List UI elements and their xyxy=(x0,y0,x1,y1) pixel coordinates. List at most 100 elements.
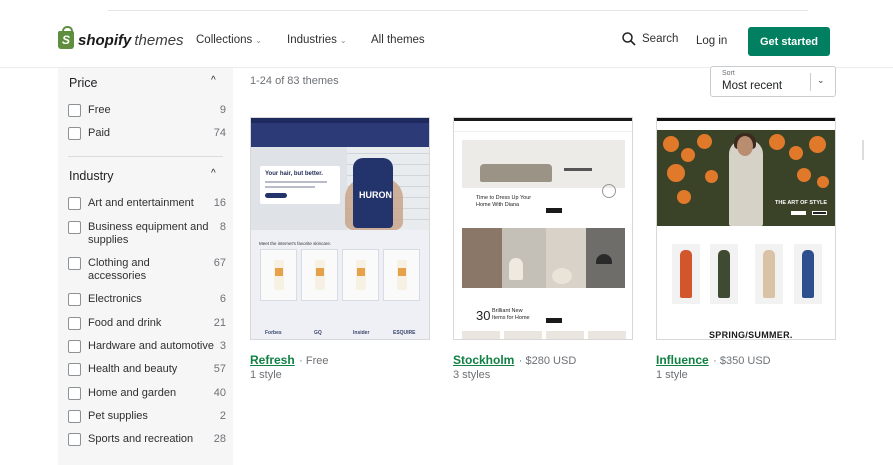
filter-price-free[interactable]: Free 9 xyxy=(68,104,226,117)
nav-industries[interactable]: Industries ⌄ xyxy=(287,34,347,46)
shopify-themes-logo[interactable]: shopify themes xyxy=(58,26,184,49)
chevron-down-icon: ⌄ xyxy=(255,36,262,45)
preview-lamp xyxy=(602,184,616,198)
checkbox[interactable] xyxy=(68,317,81,330)
price-heading: Price xyxy=(69,76,98,90)
filter-industry-home[interactable]: Home and garden 40 xyxy=(68,387,226,400)
theme-card-refresh[interactable]: HURON Your hair, but better. Meet the in… xyxy=(250,117,430,340)
get-started-button[interactable]: Get started xyxy=(748,27,830,56)
industry-heading: Industry xyxy=(69,169,114,183)
checkbox[interactable] xyxy=(68,387,81,400)
theme-link-influence[interactable]: Influence xyxy=(656,353,709,367)
preview-bowl xyxy=(552,268,572,284)
collapse-caret-icon[interactable]: ^ xyxy=(211,75,216,86)
theme-styles: 3 styles xyxy=(453,369,491,381)
theme-link-refresh[interactable]: Refresh xyxy=(250,353,295,367)
theme-price: · $350 USD xyxy=(713,355,771,367)
theme-link-stockholm[interactable]: Stockholm xyxy=(453,353,514,367)
checkbox[interactable] xyxy=(68,433,81,446)
filter-price-paid[interactable]: Paid 74 xyxy=(68,127,226,140)
preview-flower xyxy=(789,146,803,160)
checkbox[interactable] xyxy=(68,340,81,353)
filter-industry-pet[interactable]: Pet supplies 2 xyxy=(68,410,226,423)
filter-industry-electronics[interactable]: Electronics 6 xyxy=(68,293,226,306)
preview-dress xyxy=(763,250,775,298)
filter-label: Art and entertainment xyxy=(88,197,194,209)
filter-label: Food and drink xyxy=(88,317,162,329)
preview-product xyxy=(710,244,738,304)
filter-sidebar: Price ^ Free 9 Paid 74 Industry ^ Art an… xyxy=(58,68,233,465)
filter-count: 9 xyxy=(219,104,226,116)
preview-press-logo: Insider xyxy=(353,330,370,336)
preview-flower xyxy=(769,134,785,150)
filter-industry-hardware[interactable]: Hardware and automotive 3 xyxy=(68,340,226,353)
theme-price: · $280 USD xyxy=(518,355,577,367)
filter-count: 28 xyxy=(213,433,226,445)
theme-caption-refresh: Refresh · Free xyxy=(250,351,328,369)
preview-strip xyxy=(588,331,626,339)
filter-label: Clothing and accessories xyxy=(88,257,150,282)
preview-flower xyxy=(797,168,811,182)
filter-industry-sports[interactable]: Sports and recreation 28 xyxy=(68,433,226,446)
preview-pendant xyxy=(596,254,612,264)
filter-industry-art[interactable]: Art and entertainment 16 xyxy=(68,197,226,210)
checkbox[interactable] xyxy=(68,363,81,376)
filter-label: Home and garden xyxy=(88,387,177,399)
preview-flower xyxy=(705,170,718,183)
preview-gallery-tile xyxy=(462,228,502,288)
checkbox[interactable] xyxy=(68,257,81,270)
preview-button xyxy=(546,208,562,213)
filter-industry-clothing[interactable]: Clothing and accessories 67 xyxy=(68,257,226,283)
preview-product xyxy=(672,244,700,304)
preview-dress xyxy=(680,250,692,298)
sidebar-divider xyxy=(68,156,223,157)
checkbox[interactable] xyxy=(68,197,81,210)
theme-card-stockholm[interactable]: Time to Dress Up Your Home With Diana 30… xyxy=(453,117,633,340)
filter-industry-food[interactable]: Food and drink 21 xyxy=(68,317,226,330)
filter-label: Hardware and automotive xyxy=(88,340,214,352)
search-button[interactable]: Search xyxy=(622,32,678,46)
theme-card-influence[interactable]: THE ART OF STYLE SPRING/SUMMER. xyxy=(656,117,836,340)
preview-subhead-line2: Items for Home xyxy=(492,314,530,321)
login-link[interactable]: Log in xyxy=(696,35,727,47)
preview-flower xyxy=(681,148,695,162)
sort-value: Most recent xyxy=(722,80,783,92)
filter-count: 74 xyxy=(213,127,226,139)
site-header: shopify themes Collections⌄ Industries⌄ … xyxy=(0,14,893,68)
preview-tube xyxy=(397,260,407,290)
filter-label: Electronics xyxy=(88,293,142,305)
preview-announcement-bar xyxy=(251,118,429,123)
filter-industry-business[interactable]: Business equipment and supplies 8 xyxy=(68,221,226,247)
checkbox[interactable] xyxy=(68,410,81,423)
filter-industry-health[interactable]: Health and beauty 57 xyxy=(68,363,226,376)
nav-collections[interactable]: Collections ⌄ xyxy=(196,34,262,46)
checkbox[interactable] xyxy=(68,221,81,234)
filter-label: Health and beauty xyxy=(88,363,178,375)
preview-product xyxy=(755,244,783,304)
filter-label: Sports and recreation xyxy=(88,433,194,445)
collapse-caret-icon[interactable]: ^ xyxy=(211,168,216,179)
preview-flower xyxy=(667,164,685,182)
preview-button xyxy=(265,193,287,198)
preview-sofa xyxy=(480,164,552,182)
checkbox[interactable] xyxy=(68,127,81,140)
nav-all-themes[interactable]: All themes xyxy=(371,34,425,46)
preview-vase xyxy=(509,258,523,280)
logo-brand: shopify xyxy=(78,31,132,49)
sort-select[interactable]: Sort Most recent ⌄ xyxy=(710,66,836,97)
scrollbar[interactable] xyxy=(862,140,864,160)
preview-table xyxy=(564,168,592,182)
filter-count: 8 xyxy=(219,221,226,233)
checkbox[interactable] xyxy=(68,104,81,117)
filter-label: Pet supplies xyxy=(88,410,148,422)
preview-button xyxy=(791,211,806,215)
nav-industries-label: Industries xyxy=(287,34,337,46)
preview-flower xyxy=(817,176,829,188)
preview-product xyxy=(260,249,297,301)
checkbox[interactable] xyxy=(68,293,81,306)
filter-count: 57 xyxy=(213,363,226,375)
theme-caption-stockholm: Stockholm · $280 USD xyxy=(453,351,576,369)
preview-flower xyxy=(697,134,712,149)
preview-flower xyxy=(663,136,679,152)
theme-styles: 1 style xyxy=(250,369,282,381)
